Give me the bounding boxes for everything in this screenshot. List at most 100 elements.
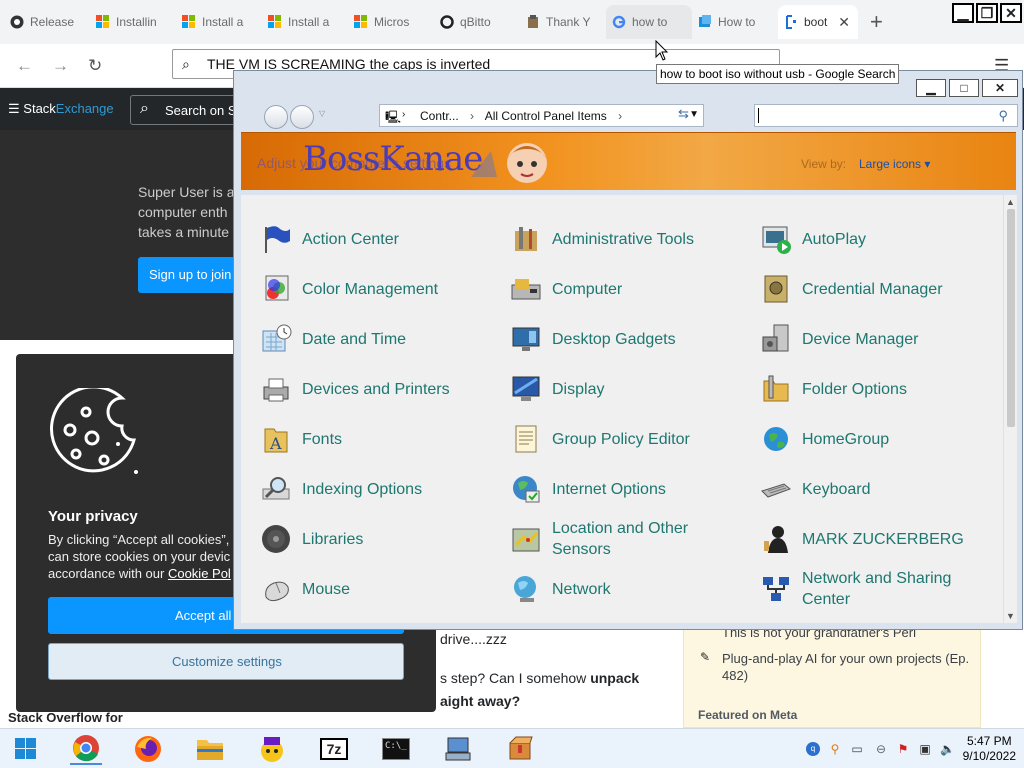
cp-close-button[interactable]: ✕ [982, 79, 1018, 97]
new-tab-button[interactable]: + [870, 9, 883, 35]
cp-scrollbar[interactable]: ▲ ▼ [1003, 195, 1017, 623]
monitor-icon [509, 372, 543, 406]
cookie-icon [50, 388, 138, 474]
cp-item-network-sharing-center[interactable]: Network and Sharing Center [759, 567, 999, 611]
site-search-input[interactable]: ⌕ Search on S [130, 95, 250, 125]
cp-item-folder-options[interactable]: Folder Options [759, 367, 999, 411]
search-icon: ⌕ [182, 56, 190, 72]
cp-item-mark-zuckerberg[interactable]: MARK ZUCKERBERG [759, 517, 999, 561]
flag-icon [259, 222, 293, 256]
cp-header-banner: Adjust your computer's settings BossKana… [241, 132, 1016, 190]
cp-item-indexing-options[interactable]: Indexing Options [259, 467, 499, 511]
chrome-icon[interactable] [70, 733, 102, 765]
cp-item-location-sensors[interactable]: Location and Other Sensors [509, 517, 749, 561]
cp-item-mouse[interactable]: Mouse [259, 567, 499, 611]
back-arrow-icon[interactable]: ← [16, 56, 33, 76]
cp-item-desktop-gadgets[interactable]: Desktop Gadgets [509, 317, 749, 361]
cp-forward-button[interactable] [290, 105, 314, 129]
minimize-button[interactable]: ▁ [952, 3, 974, 23]
network-tray-icon[interactable]: ▣ [918, 742, 932, 756]
yahoo-icon[interactable] [256, 733, 288, 765]
breadcrumb-control[interactable]: Contr... [420, 109, 459, 123]
volume-icon[interactable]: 🔈 [940, 742, 955, 756]
signup-button[interactable]: Sign up to join [138, 257, 238, 293]
refresh-icon[interactable]: ⇆ [678, 106, 689, 122]
firefox-icon[interactable] [132, 733, 164, 765]
sidebar-link-ai[interactable]: Plug-and-play AI for your own projects (… [722, 650, 972, 684]
stackexchange-logo[interactable]: ☰ StackExchange [8, 101, 114, 117]
file-explorer-icon[interactable] [194, 733, 226, 765]
cp-item-color-management[interactable]: Color Management [259, 267, 499, 311]
qbittorrent-tray-icon[interactable]: q [806, 742, 820, 756]
item-label: MARK ZUCKERBERG [802, 530, 964, 548]
item-label: Color Management [302, 280, 439, 298]
tab-title: Thank Y [546, 15, 591, 29]
reload-icon[interactable]: ↻ [88, 56, 102, 76]
chevron-right-icon: › [402, 109, 406, 120]
taskbar-clock[interactable]: 5:47 PM 9/10/2022 [963, 734, 1016, 764]
flag-alert-icon[interactable]: ⚑ [896, 742, 910, 756]
tab-title: Micros [374, 15, 410, 29]
cp-search-input[interactable]: ⚲ [754, 104, 1018, 127]
tab-microsoft[interactable]: Micros [348, 5, 434, 39]
cp-item-internet-options[interactable]: Internet Options [509, 467, 749, 511]
minus-circle-icon[interactable]: ⊖ [874, 742, 888, 756]
forward-arrow-icon[interactable]: → [52, 56, 69, 76]
cp-minimize-button[interactable]: ▁ [916, 79, 946, 97]
close-button[interactable]: ✕ [1000, 3, 1022, 23]
cp-item-credential-manager[interactable]: Credential Manager [759, 267, 999, 311]
question-body: drive....zzz s step? Can I somehow unpac… [440, 628, 680, 713]
cp-item-device-manager[interactable]: Device Manager [759, 317, 999, 361]
cp-item-group-policy-editor[interactable]: Group Policy Editor [509, 417, 749, 461]
cp-item-administrative-tools[interactable]: Administrative Tools [509, 217, 749, 261]
cp-item-display[interactable]: Display [509, 367, 749, 411]
cp-item-homegroup[interactable]: HomeGroup [759, 417, 999, 461]
cp-item-libraries[interactable]: Libraries [259, 517, 499, 561]
cp-back-button[interactable] [264, 105, 288, 129]
windows-taskbar: 7z C:\_ q ⚲ ▭ ⊖ ⚑ ▣ 🔈 5:47 PM 9/10/2022 [0, 728, 1024, 768]
restore-button[interactable]: ❐ [976, 3, 998, 23]
tab-installing[interactable]: Installin [90, 5, 176, 39]
tab-close-icon[interactable]: ✕ [838, 14, 850, 31]
item-label: Location and Other Sensors [552, 520, 689, 558]
scroll-down-icon[interactable]: ▼ [1006, 611, 1015, 621]
cookie-policy-link[interactable]: Cookie Pol [168, 566, 231, 581]
tab-google-search[interactable]: how to [606, 5, 692, 39]
windows-start-icon[interactable] [10, 733, 42, 765]
cp-item-autoplay[interactable]: AutoPlay [759, 217, 999, 261]
microsoft-icon [96, 15, 109, 28]
tab-install-b[interactable]: Install a [262, 5, 348, 39]
view-by-dropdown[interactable]: Large icons ▾ [859, 157, 930, 171]
breadcrumb-all-items[interactable]: All Control Panel Items [485, 109, 607, 123]
7zip-icon[interactable]: 7z [318, 733, 350, 765]
cp-history-chevron-icon[interactable]: ▽ [319, 109, 325, 118]
virtual-machine-icon[interactable] [442, 733, 474, 765]
scrollbar-thumb[interactable] [1007, 209, 1015, 427]
cp-breadcrumb[interactable]: 🖳 › Contr... › All Control Panel Items ›… [379, 104, 704, 127]
cp-item-date-and-time[interactable]: Date and Time [259, 317, 499, 361]
libraries-disc-icon [259, 522, 293, 556]
cp-maximize-button[interactable]: □ [949, 79, 979, 97]
tab-release[interactable]: Release [4, 5, 90, 39]
cp-brand-title: BossKanae [303, 139, 483, 179]
search-tray-icon[interactable]: ⚲ [828, 742, 842, 756]
tab-qbittorrent[interactable]: qBitto [434, 5, 520, 39]
github-icon [10, 15, 24, 29]
cp-item-fonts[interactable]: A Fonts [259, 417, 499, 461]
cp-item-network[interactable]: Network [509, 567, 749, 611]
tab-boot[interactable]: boot ✕ [778, 5, 858, 39]
package-icon[interactable] [504, 733, 536, 765]
chevron-down-icon[interactable]: ▼ [689, 109, 699, 120]
customize-settings-button[interactable]: Customize settings [48, 643, 404, 680]
cp-item-devices-and-printers[interactable]: Devices and Printers [259, 367, 499, 411]
cp-item-keyboard[interactable]: Keyboard [759, 467, 999, 511]
tab-thank-you[interactable]: Thank Y [520, 5, 606, 39]
scroll-up-icon[interactable]: ▲ [1006, 197, 1015, 207]
policy-document-icon [509, 422, 543, 456]
display-tray-icon[interactable]: ▭ [850, 742, 864, 756]
cp-item-computer[interactable]: Computer [509, 267, 749, 311]
cp-item-action-center[interactable]: Action Center [259, 217, 499, 261]
command-prompt-icon[interactable]: C:\_ [380, 733, 412, 765]
tab-how-to[interactable]: How to [692, 5, 778, 39]
tab-install-a[interactable]: Install a [176, 5, 262, 39]
